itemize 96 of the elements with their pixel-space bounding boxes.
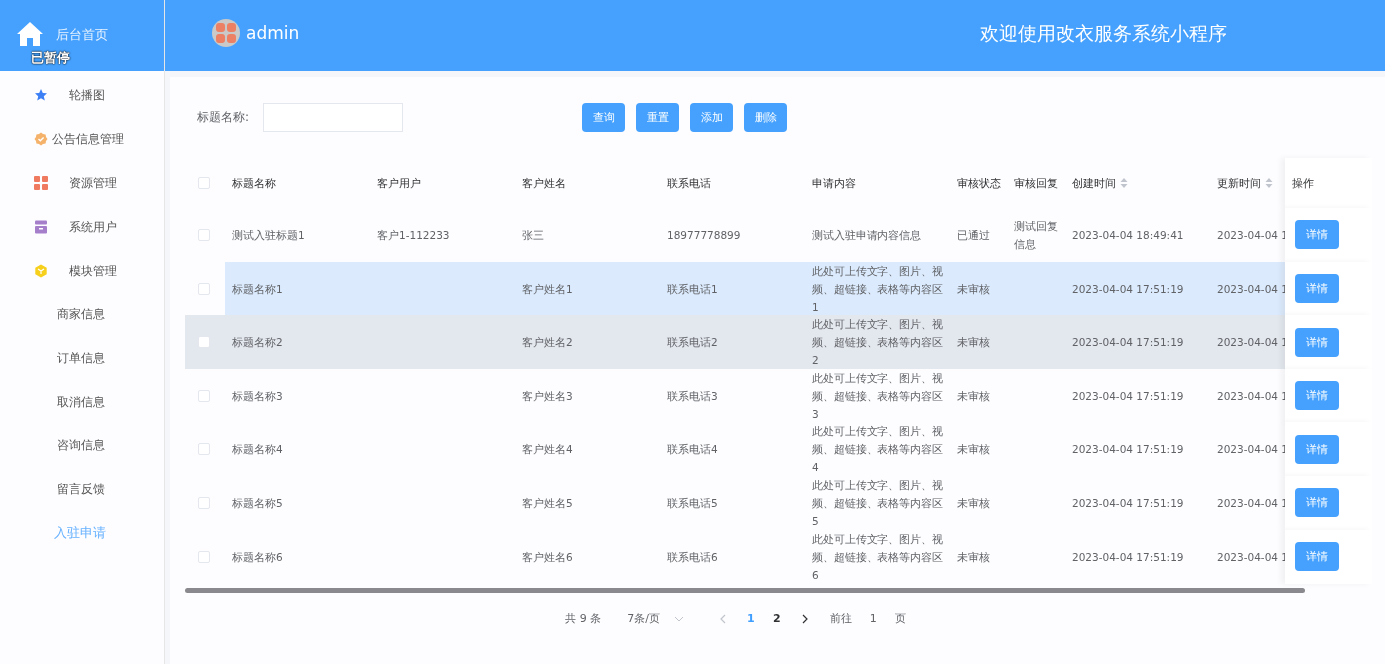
table-cell-text: 标题名称2 xyxy=(232,335,283,351)
table-cell-text: 联系电话1 xyxy=(667,281,718,297)
submenu-item[interactable]: 咨询信息 xyxy=(0,424,164,468)
row-checkbox[interactable] xyxy=(197,336,210,349)
search-label: 标题名称: xyxy=(197,109,251,126)
table-cell-text: 此处可上传文字、图片、视频、超链接、表格等内容区5 xyxy=(812,477,944,529)
row-checkbox[interactable] xyxy=(197,282,210,295)
table-cell-text: 客户姓名4 xyxy=(522,442,573,458)
table-cell-text: 标题名称5 xyxy=(232,495,283,511)
table-cell-text: 此处可上传文字、图片、视频、超链接、表格等内容区2 xyxy=(812,317,944,369)
table-cell-text: 测试回复信息 xyxy=(1014,218,1059,252)
paused-label: 已暂停 xyxy=(31,50,70,66)
table-cell-text: 未审核 xyxy=(957,388,990,404)
row-checkbox[interactable] xyxy=(197,550,210,563)
submenu-item[interactable]: 订单信息 xyxy=(0,336,164,381)
column-header: 审核回复 xyxy=(1014,175,1058,191)
menu-item[interactable]: 系统用户 xyxy=(0,205,164,249)
select-all-checkbox[interactable] xyxy=(197,177,210,189)
table-cell-text: 此处可上传文字、图片、视频、超链接、表格等内容区4 xyxy=(812,424,944,476)
table-cell-text: 已通过 xyxy=(957,227,990,243)
table-cell-text: 2023-04-04 17:51:19 xyxy=(1072,281,1184,297)
table-cell-text: 2023-04-04 17:51:19 xyxy=(1072,442,1184,458)
column-header: 申请内容 xyxy=(812,175,856,191)
search-field[interactable] xyxy=(263,103,403,132)
table-cell-text: 测试入驻申请内容信息 xyxy=(812,227,921,243)
table-cell-text: 标题名称1 xyxy=(232,281,283,297)
badge-icon xyxy=(34,132,48,146)
menu-item[interactable]: 公告信息管理 xyxy=(0,117,164,161)
chevron-down-icon[interactable] xyxy=(673,615,684,622)
previous-page-icon[interactable] xyxy=(719,613,726,624)
table-cell-text: 2023-04-04 17:51:19 xyxy=(1072,388,1184,404)
table-cell-text: 客户姓名2 xyxy=(522,335,573,351)
column-header: 标题名称 xyxy=(232,175,276,191)
table-cell-text: 联系电话4 xyxy=(667,442,718,458)
menu-item[interactable]: 轮播图 xyxy=(0,73,164,117)
table-cell-text: 18977778899 xyxy=(667,227,741,243)
table-cell-text: 此处可上传文字、图片、视频、超链接、表格等内容区6 xyxy=(812,531,944,583)
table-cell-text: 2023-04-04 18:49:41 xyxy=(1072,227,1184,243)
table-cell-text: 未审核 xyxy=(957,335,990,351)
table-cell-text: 客户姓名1 xyxy=(522,281,573,297)
column-header: 审核状态 xyxy=(957,175,1001,191)
table-cell-text: 未审核 xyxy=(957,549,990,565)
table-cell-text: 联系电话2 xyxy=(667,335,718,351)
column-header: 联系电话 xyxy=(667,175,711,191)
submenu-item[interactable]: 留言反馈 xyxy=(0,467,164,512)
table-cell-text: 张三 xyxy=(522,227,544,243)
table-cell-text: 客户姓名3 xyxy=(522,388,573,404)
table-cell-text: 此处可上传文字、图片、视频、超链接、表格等内容区3 xyxy=(812,370,944,422)
table-cell-text: 未审核 xyxy=(957,281,990,297)
next-page-icon[interactable] xyxy=(801,613,808,624)
home-icon xyxy=(16,20,44,47)
page-title: 欢迎使用改衣服务系统小程序 xyxy=(980,20,1227,46)
total-count: 共 9 条 xyxy=(565,611,602,627)
grid-icon xyxy=(34,176,48,190)
submenu-item[interactable]: 取消信息 xyxy=(0,380,164,425)
table-cell-text: 客户姓名6 xyxy=(522,549,573,565)
table-cell-text: 标题名称6 xyxy=(232,549,283,565)
hexagon-icon xyxy=(34,264,48,278)
page-number[interactable]: 2 xyxy=(763,612,790,626)
row-checkbox[interactable] xyxy=(197,496,210,509)
column-header: 创建时间 xyxy=(1072,175,1116,191)
row-checkbox[interactable] xyxy=(197,443,210,456)
scrollbar[interactable] xyxy=(185,588,1305,594)
table-cell-text: 客户1-112233 xyxy=(377,227,450,243)
row-checkbox[interactable] xyxy=(197,228,210,241)
user-name: admin xyxy=(246,22,300,43)
table-cell-text: 此处可上传文字、图片、视频、超链接、表格等内容区1 xyxy=(812,263,944,315)
column-header: 更新时间 xyxy=(1217,175,1261,191)
table-cell-text: 标题名称4 xyxy=(232,442,283,458)
star-icon xyxy=(34,88,48,102)
table-cell-text: 标题名称3 xyxy=(232,388,283,404)
column-header: 操作 xyxy=(1292,175,1314,191)
menu-item[interactable]: 模块管理 xyxy=(0,249,164,293)
row-checkbox[interactable] xyxy=(197,389,210,402)
table-cell-text: 联系电话3 xyxy=(667,388,718,404)
submenu-item[interactable]: 商家信息 xyxy=(0,293,164,337)
table-cell-text: 测试入驻标题1 xyxy=(232,227,305,243)
table-cell-text: 客户姓名5 xyxy=(522,495,573,511)
table-cell-text: 2023-04-04 17:51:19 xyxy=(1072,495,1184,511)
archive-icon xyxy=(34,220,48,234)
table-cell-text: 2023-04-04 17:51:19 xyxy=(1072,335,1184,351)
goto-label: 前往 xyxy=(829,611,852,627)
page-suffix: 页 xyxy=(894,611,906,627)
table-cell-text: 未审核 xyxy=(957,442,990,458)
table-cell-text: 2023-04-04 17:51:19 xyxy=(1072,549,1184,565)
avatar-icon xyxy=(212,18,240,47)
table-cell-text: 联系电话5 xyxy=(667,495,718,511)
page-size-select[interactable]: 7条/页 xyxy=(627,611,684,627)
table-cell-text: 未审核 xyxy=(957,495,990,511)
goto-page-field[interactable]: 1 xyxy=(869,612,877,626)
column-header: 客户姓名 xyxy=(522,175,566,191)
sort-icon[interactable] xyxy=(1120,177,1128,189)
column-header: 客户用户 xyxy=(377,175,421,191)
sort-icon[interactable] xyxy=(1265,177,1273,189)
menu-item[interactable]: 资源管理 xyxy=(0,161,164,205)
table-cell-text: 联系电话6 xyxy=(667,549,718,565)
